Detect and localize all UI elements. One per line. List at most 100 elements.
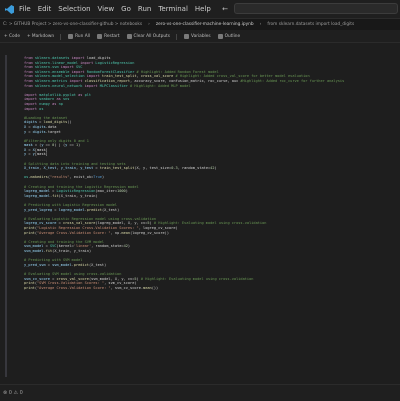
- code-token: "SVM Cross-Validation Scores: ": [37, 281, 105, 286]
- back-arrow-icon[interactable]: ←: [220, 3, 230, 14]
- code-token: import: [84, 74, 102, 79]
- menu-view[interactable]: View: [98, 5, 115, 13]
- breadcrumb-path[interactable]: C: > GITHUB Project > zero-vs-one-classi…: [3, 22, 142, 27]
- code-token: logreg_model: [24, 189, 50, 194]
- code-token: train_test_split: [101, 74, 137, 79]
- code-token: os: [39, 106, 44, 111]
- menu-run[interactable]: Run: [138, 5, 151, 13]
- code-token: cross_val_score: [56, 276, 89, 281]
- code-token: sklearn.neural_network: [34, 83, 83, 88]
- code-token: import: [69, 56, 87, 60]
- code-token: , logreg_cv_score): [138, 225, 178, 230]
- code-token: (max_iter=: [95, 189, 118, 194]
- code-token: ) | (: [54, 143, 66, 148]
- code-token: from: [24, 56, 35, 60]
- code-token: logreg_model: [58, 207, 85, 212]
- code-token: (logreg_model, X, y, cv=: [95, 221, 148, 226]
- code-token: sklearn.linear_model: [34, 60, 79, 65]
- notebook-editor[interactable]: from sklearn.datasets import load_digits…: [0, 43, 400, 384]
- play-icon: [68, 34, 74, 39]
- code-token: #Loading the dataset: [24, 115, 68, 120]
- menu-file[interactable]: File: [19, 5, 31, 13]
- code-token: LogisticRegression: [56, 189, 96, 194]
- variables-button[interactable]: Variables: [183, 34, 211, 39]
- restart-button[interactable]: Restart: [97, 34, 120, 39]
- command-center-search[interactable]: [234, 3, 398, 14]
- code-token: svm_model: [24, 244, 44, 249]
- code-token: import: [24, 106, 40, 111]
- code-token: # Highlight: Added Random Forest model: [134, 69, 219, 74]
- code-line[interactable]: print("Average Cross-Validation Score: "…: [24, 286, 396, 291]
- problems-indicator[interactable]: ⊗ 0 ⚠ 0: [3, 390, 23, 396]
- code-token: # Creating and training the Logistic Reg…: [24, 184, 139, 189]
- cell-execution-bar[interactable]: [5, 55, 7, 377]
- code-token: 'linear': [73, 244, 92, 249]
- code-token: MLPClassifier: [99, 83, 128, 88]
- code-token: LogisticRegression: [95, 60, 135, 65]
- code-token: , svm_cv_score.: [110, 285, 144, 290]
- breadcrumb-cell[interactable]: from sklearn.datasets import load_digits: [267, 22, 354, 27]
- code-token: # Splitting data into training and testi…: [24, 161, 126, 166]
- code-token: digits: [24, 120, 37, 125]
- code-token: as: [75, 92, 85, 97]
- menu-go[interactable]: Go: [121, 5, 131, 13]
- code-token: "Average Cross-Validation Score: ": [37, 285, 111, 290]
- code-token: # Predicting with SVM model: [24, 258, 83, 263]
- clear-outputs-button[interactable]: Clear All Outputs: [126, 34, 170, 39]
- code-token: # Highlight: Added cross_val_score for b…: [173, 74, 310, 79]
- code-token: , accuracy_score, confusion_matrix, roc_…: [130, 78, 239, 83]
- code-token: load_digits: [43, 120, 68, 125]
- outline-button[interactable]: Outline: [217, 34, 240, 39]
- code-token: cross_val_score: [62, 221, 96, 226]
- code-token: from: [24, 65, 35, 70]
- code-token: ): [101, 175, 105, 180]
- restart-icon: [97, 34, 103, 39]
- code-token: (X_train, y_train): [58, 193, 98, 198]
- menu-terminal[interactable]: Terminal: [158, 5, 188, 13]
- code-token: , exist_ok=: [69, 175, 94, 180]
- code-token: "Average Cross-Validation Score: ": [37, 230, 111, 235]
- code-token: sklearn.svm: [34, 65, 59, 70]
- code-token: , random_state=: [177, 166, 211, 171]
- code-token: ): [214, 166, 217, 171]
- code-token: digits: [32, 129, 46, 134]
- code-token: , svm_cv_score): [104, 281, 137, 286]
- title-bar: File Edit Selection View Go Run Terminal…: [0, 0, 400, 19]
- menu-edit[interactable]: Edit: [38, 5, 52, 13]
- code-token: # Evaluating Logistic Regression model u…: [24, 216, 156, 221]
- code-token: # Predicting with Logistic Regression mo…: [24, 203, 118, 207]
- add-code-cell-button[interactable]: + Code: [4, 34, 20, 39]
- code-token: cross_val_score: [140, 74, 174, 79]
- code-token: as: [49, 101, 59, 106]
- code-token: from: [24, 60, 35, 65]
- code-token: ): [78, 143, 81, 148]
- code-token: predict: [86, 207, 102, 212]
- code-token: from: [24, 74, 35, 79]
- code-token: import: [82, 83, 100, 88]
- code-cell[interactable]: from sklearn.datasets import load_digits…: [24, 56, 396, 290]
- breadcrumb: C: > GITHUB Project > zero-vs-one-classi…: [0, 19, 400, 30]
- code-token: print: [24, 285, 35, 290]
- add-markdown-cell-button[interactable]: + Markdown: [27, 34, 54, 39]
- menu-help[interactable]: Help: [195, 5, 211, 13]
- run-all-button[interactable]: Run All: [68, 34, 90, 39]
- code-token: (X_train, y_train): [52, 248, 92, 253]
- breadcrumb-notebook[interactable]: zero-vs-one-classifier-machine-learning.…: [156, 22, 254, 27]
- menu-selection[interactable]: Selection: [58, 5, 90, 13]
- code-token: makedirs: [30, 175, 48, 180]
- code-token: y_pred_svm: [24, 262, 46, 267]
- code-token: from: [24, 83, 35, 88]
- code-token: "results": [49, 175, 70, 180]
- code-token: import: [78, 60, 96, 65]
- code-token: y_train: [60, 166, 76, 171]
- toolbar-divider: [175, 33, 177, 40]
- code-token: y_test: [80, 166, 94, 171]
- code-token: , random_state=: [91, 244, 124, 249]
- code-token: matplotlib.pyplot: [39, 92, 76, 97]
- code-token: ): [125, 189, 128, 194]
- code-token: import: [24, 97, 40, 102]
- code-token: seaborn: [39, 97, 55, 102]
- code-token: train_test_split: [99, 166, 135, 171]
- notebook-toolbar: + Code + Markdown Run All Restart Clear …: [0, 31, 400, 43]
- variables-icon: [183, 34, 189, 39]
